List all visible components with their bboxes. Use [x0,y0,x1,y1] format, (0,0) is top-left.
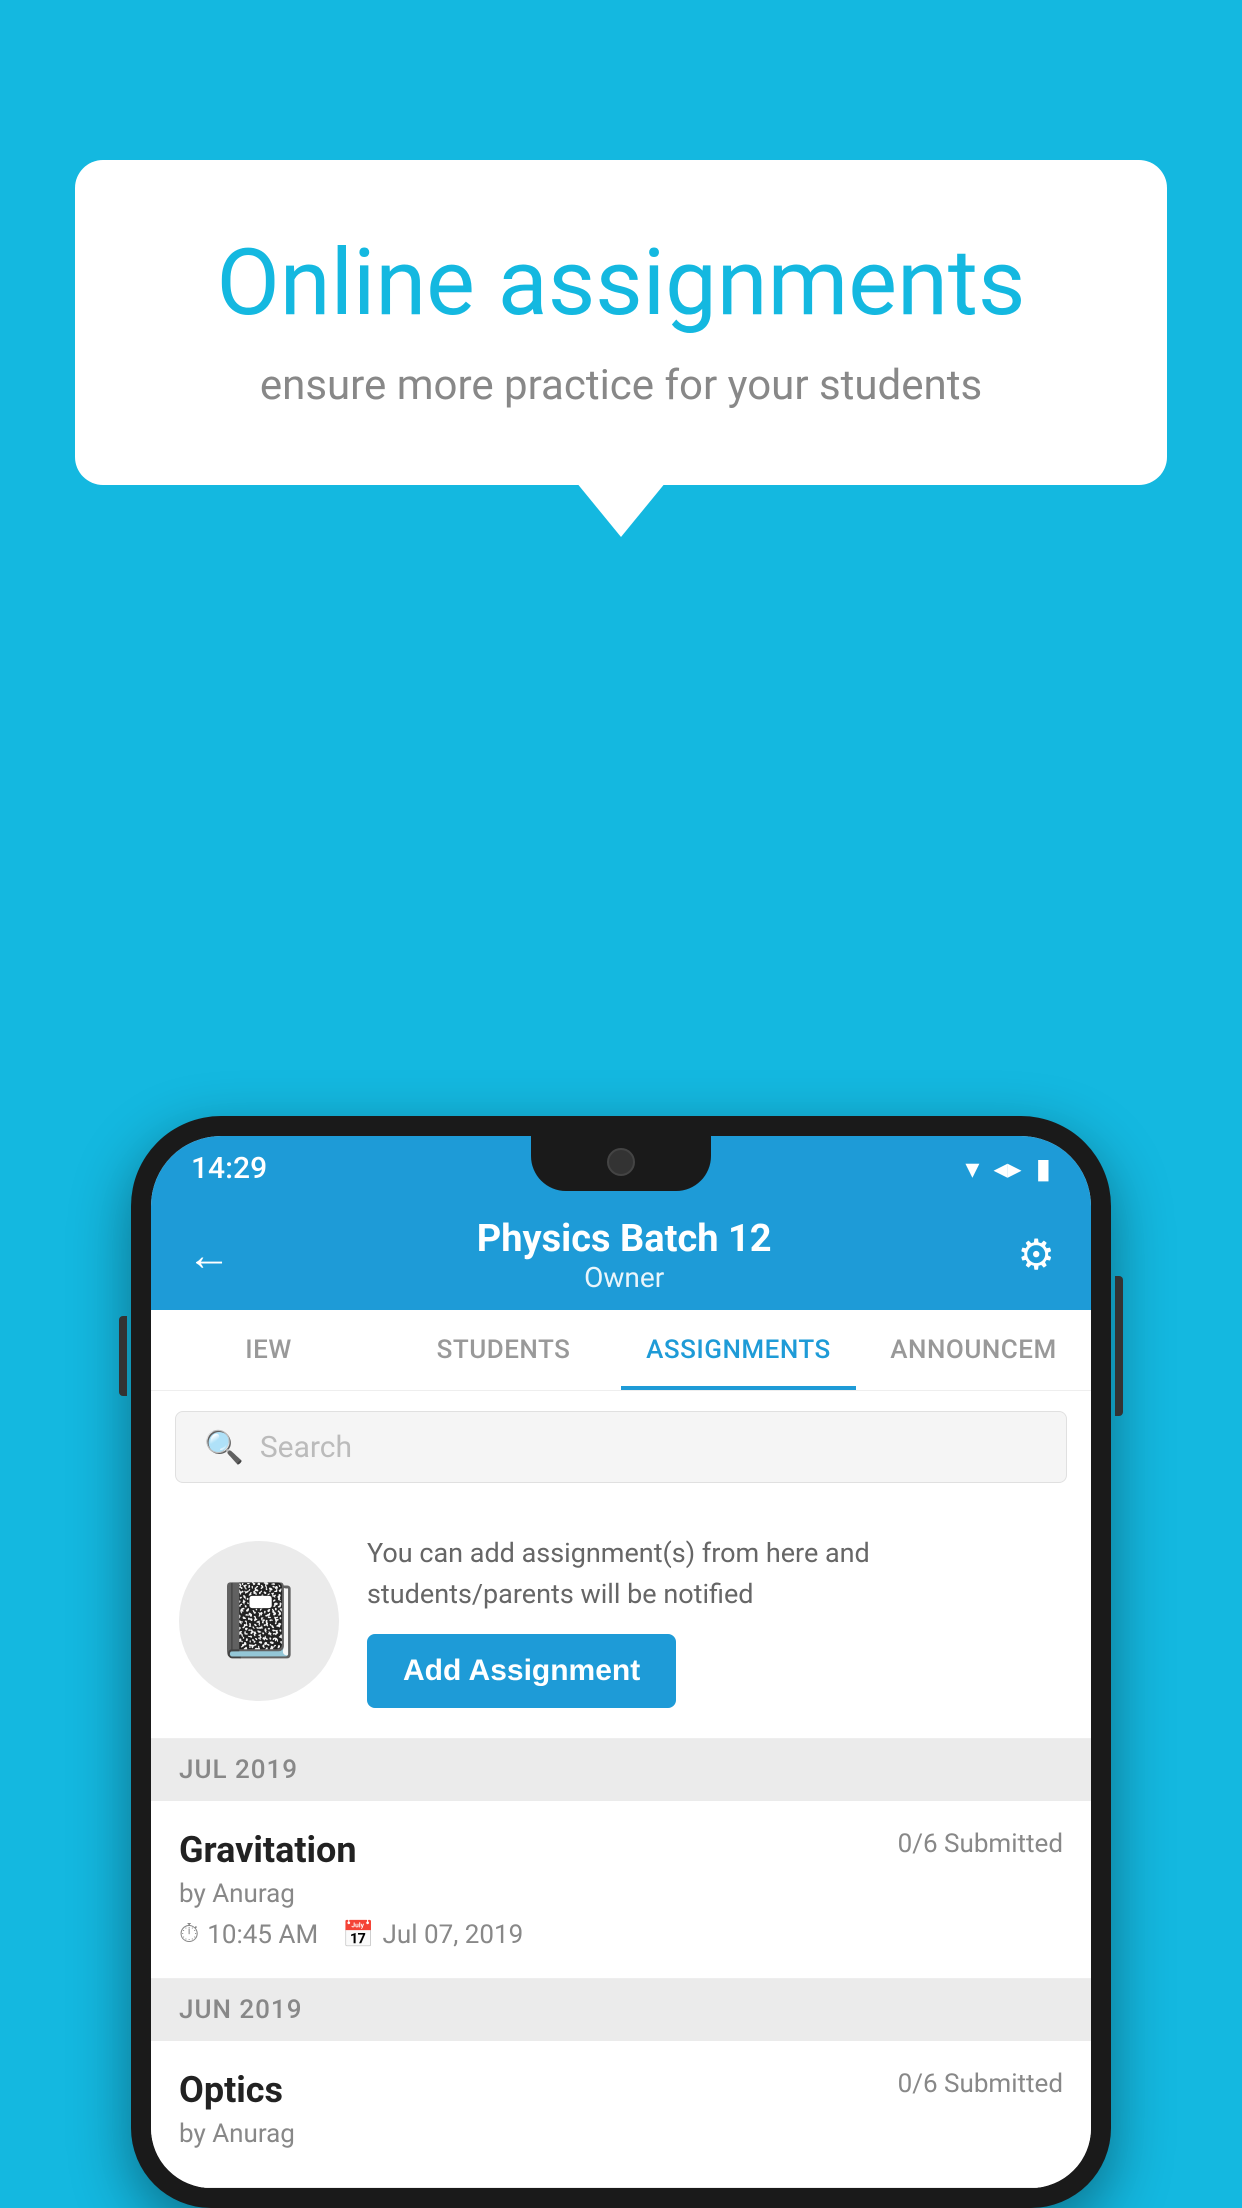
tab-assignments[interactable]: ASSIGNMENTS [621,1310,856,1390]
phone-mockup: 14:29 ▾ ◂▸ ▮ ← Physics Batch 12 Owner ⚙ [131,1116,1111,2208]
section-header-jul: JUL 2019 [151,1739,1091,1801]
tab-iew[interactable]: IEW [151,1310,386,1390]
assignment-meta-gravitation: ⏱ 10:45 AM 📅 Jul 07, 2019 [179,1919,1063,1950]
search-bar[interactable]: 🔍 Search [175,1411,1067,1483]
assignment-item-gravitation[interactable]: Gravitation 0/6 Submitted by Anurag ⏱ 10… [151,1801,1091,1979]
section-label-jul: JUL 2019 [179,1755,298,1785]
add-assignment-button[interactable]: Add Assignment [367,1634,676,1708]
section-header-jun: JUN 2019 [151,1979,1091,2041]
assignment-time: ⏱ 10:45 AM [179,1919,318,1950]
calendar-icon: 📅 [342,1920,374,1950]
promo-icon-circle: 📓 [179,1541,339,1701]
section-label-jun: JUN 2019 [179,1995,302,2025]
header-title-group: Physics Batch 12 Owner [477,1217,772,1294]
speech-bubble-title: Online assignments [155,230,1087,337]
search-icon: 🔍 [204,1428,244,1466]
speech-bubble-subtitle: ensure more practice for your students [155,361,1087,410]
phone-screen: 14:29 ▾ ◂▸ ▮ ← Physics Batch 12 Owner ⚙ [151,1136,1091,2188]
tab-bar: IEW STUDENTS ASSIGNMENTS ANNOUNCEM [151,1310,1091,1391]
assignment-by-gravitation: by Anurag [179,1879,1063,1909]
promo-description: You can add assignment(s) from here and … [367,1533,1063,1614]
speech-bubble-container: Online assignments ensure more practice … [75,160,1167,485]
clock-icon: ⏱ [179,1919,199,1950]
search-container: 🔍 Search [151,1391,1091,1503]
add-assignment-promo: 📓 You can add assignment(s) from here an… [151,1503,1091,1739]
app-header: ← Physics Batch 12 Owner ⚙ [151,1200,1091,1310]
assignment-item-optics[interactable]: Optics 0/6 Submitted by Anurag [151,2041,1091,2188]
back-button[interactable]: ← [187,1229,231,1281]
notebook-icon: 📓 [214,1578,304,1663]
wifi-icon: ▾ [965,1152,979,1185]
settings-icon[interactable]: ⚙ [1017,1230,1055,1280]
phone-notch [531,1136,711,1191]
assignment-submitted-gravitation: 0/6 Submitted [898,1829,1063,1859]
phone-outer: 14:29 ▾ ◂▸ ▮ ← Physics Batch 12 Owner ⚙ [131,1116,1111,2208]
date-value: Jul 07, 2019 [383,1920,524,1950]
phone-camera [607,1148,635,1176]
speech-bubble: Online assignments ensure more practice … [75,160,1167,485]
promo-content: You can add assignment(s) from here and … [367,1533,1063,1708]
assignment-by-optics: by Anurag [179,2119,1063,2149]
status-time: 14:29 [191,1151,267,1186]
assignment-date: 📅 Jul 07, 2019 [342,1920,523,1950]
assignment-name-optics: Optics [179,2069,283,2111]
header-title: Physics Batch 12 [477,1217,772,1261]
time-value: 10:45 AM [207,1920,318,1950]
assignment-submitted-optics: 0/6 Submitted [898,2069,1063,2099]
assignment-name-gravitation: Gravitation [179,1829,357,1871]
search-placeholder: Search [260,1430,352,1465]
tab-students[interactable]: STUDENTS [386,1310,621,1390]
header-subtitle: Owner [477,1261,772,1294]
signal-icon: ◂▸ [993,1152,1021,1185]
tab-announcements[interactable]: ANNOUNCEM [856,1310,1091,1390]
status-icons: ▾ ◂▸ ▮ [965,1152,1051,1185]
assignment-row-top: Gravitation 0/6 Submitted [179,1829,1063,1871]
battery-icon: ▮ [1036,1152,1051,1185]
assignment-row-top-optics: Optics 0/6 Submitted [179,2069,1063,2111]
